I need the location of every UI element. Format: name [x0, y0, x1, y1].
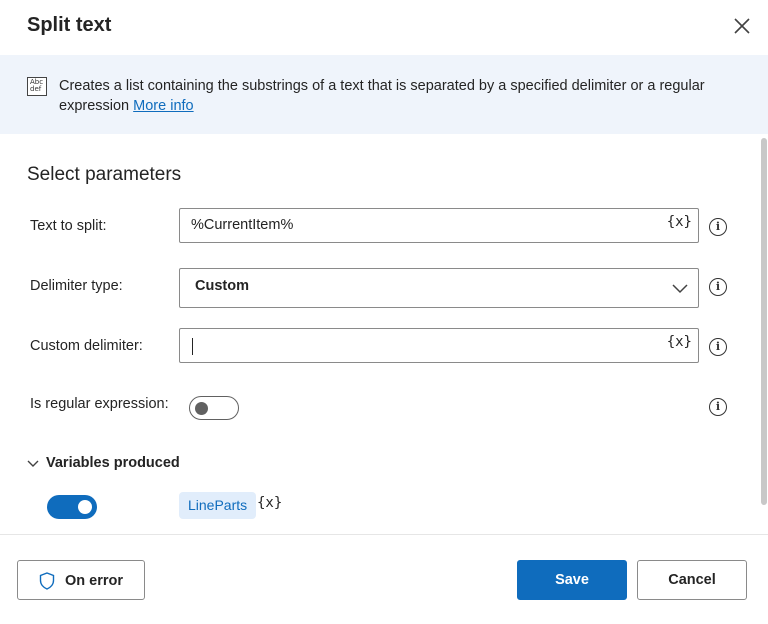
variables-produced-header[interactable]: Variables produced: [46, 455, 180, 471]
section-title: Select parameters: [27, 164, 182, 185]
info-icon[interactable]: i: [709, 218, 727, 236]
banner-description: Creates a list containing the substrings…: [59, 76, 739, 116]
delimiter-type-dropdown[interactable]: Custom: [179, 268, 699, 308]
text-abc-icon: Abc def: [27, 77, 47, 96]
info-icon[interactable]: i: [709, 278, 727, 296]
chevron-down-icon: [672, 284, 688, 294]
close-icon: [734, 18, 750, 34]
cancel-button[interactable]: Cancel: [637, 560, 747, 600]
is-regex-label: Is regular expression:: [30, 396, 169, 412]
close-button[interactable]: [730, 14, 754, 38]
variable-picker-button[interactable]: {x}: [667, 214, 692, 230]
more-info-link[interactable]: More info: [133, 98, 193, 114]
variable-icon: {x}: [257, 495, 283, 511]
text-to-split-input[interactable]: %CurrentItem% {x}: [179, 208, 699, 243]
delimiter-type-selected: Custom: [195, 278, 249, 294]
chevron-down-icon[interactable]: [27, 459, 39, 469]
dialog-title: Split text: [27, 14, 112, 36]
on-error-label: On error: [65, 573, 124, 589]
text-to-split-value: %CurrentItem%: [191, 217, 294, 233]
on-error-button[interactable]: On error: [17, 560, 145, 600]
shield-icon: [39, 572, 55, 590]
delimiter-type-label: Delimiter type:: [30, 278, 123, 294]
text-to-split-label: Text to split:: [30, 218, 107, 234]
info-icon[interactable]: i: [709, 338, 727, 356]
toggle-knob: [195, 401, 208, 415]
footer-divider: [0, 534, 768, 535]
text-caret: [192, 338, 193, 355]
scrollbar[interactable]: [761, 138, 767, 505]
is-regex-toggle[interactable]: [189, 396, 239, 420]
custom-delimiter-input[interactable]: {x}: [179, 328, 699, 363]
toggle-knob: [78, 500, 92, 514]
info-icon[interactable]: i: [709, 398, 727, 416]
variable-name-chip[interactable]: LineParts: [179, 492, 257, 519]
split-text-dialog: Split text Abc def Creates a list contain…: [0, 0, 768, 624]
variable-picker-button[interactable]: {x}: [667, 334, 692, 350]
variable-produced-toggle[interactable]: [47, 495, 97, 519]
save-button[interactable]: Save: [517, 560, 627, 600]
custom-delimiter-label: Custom delimiter:: [30, 338, 143, 354]
